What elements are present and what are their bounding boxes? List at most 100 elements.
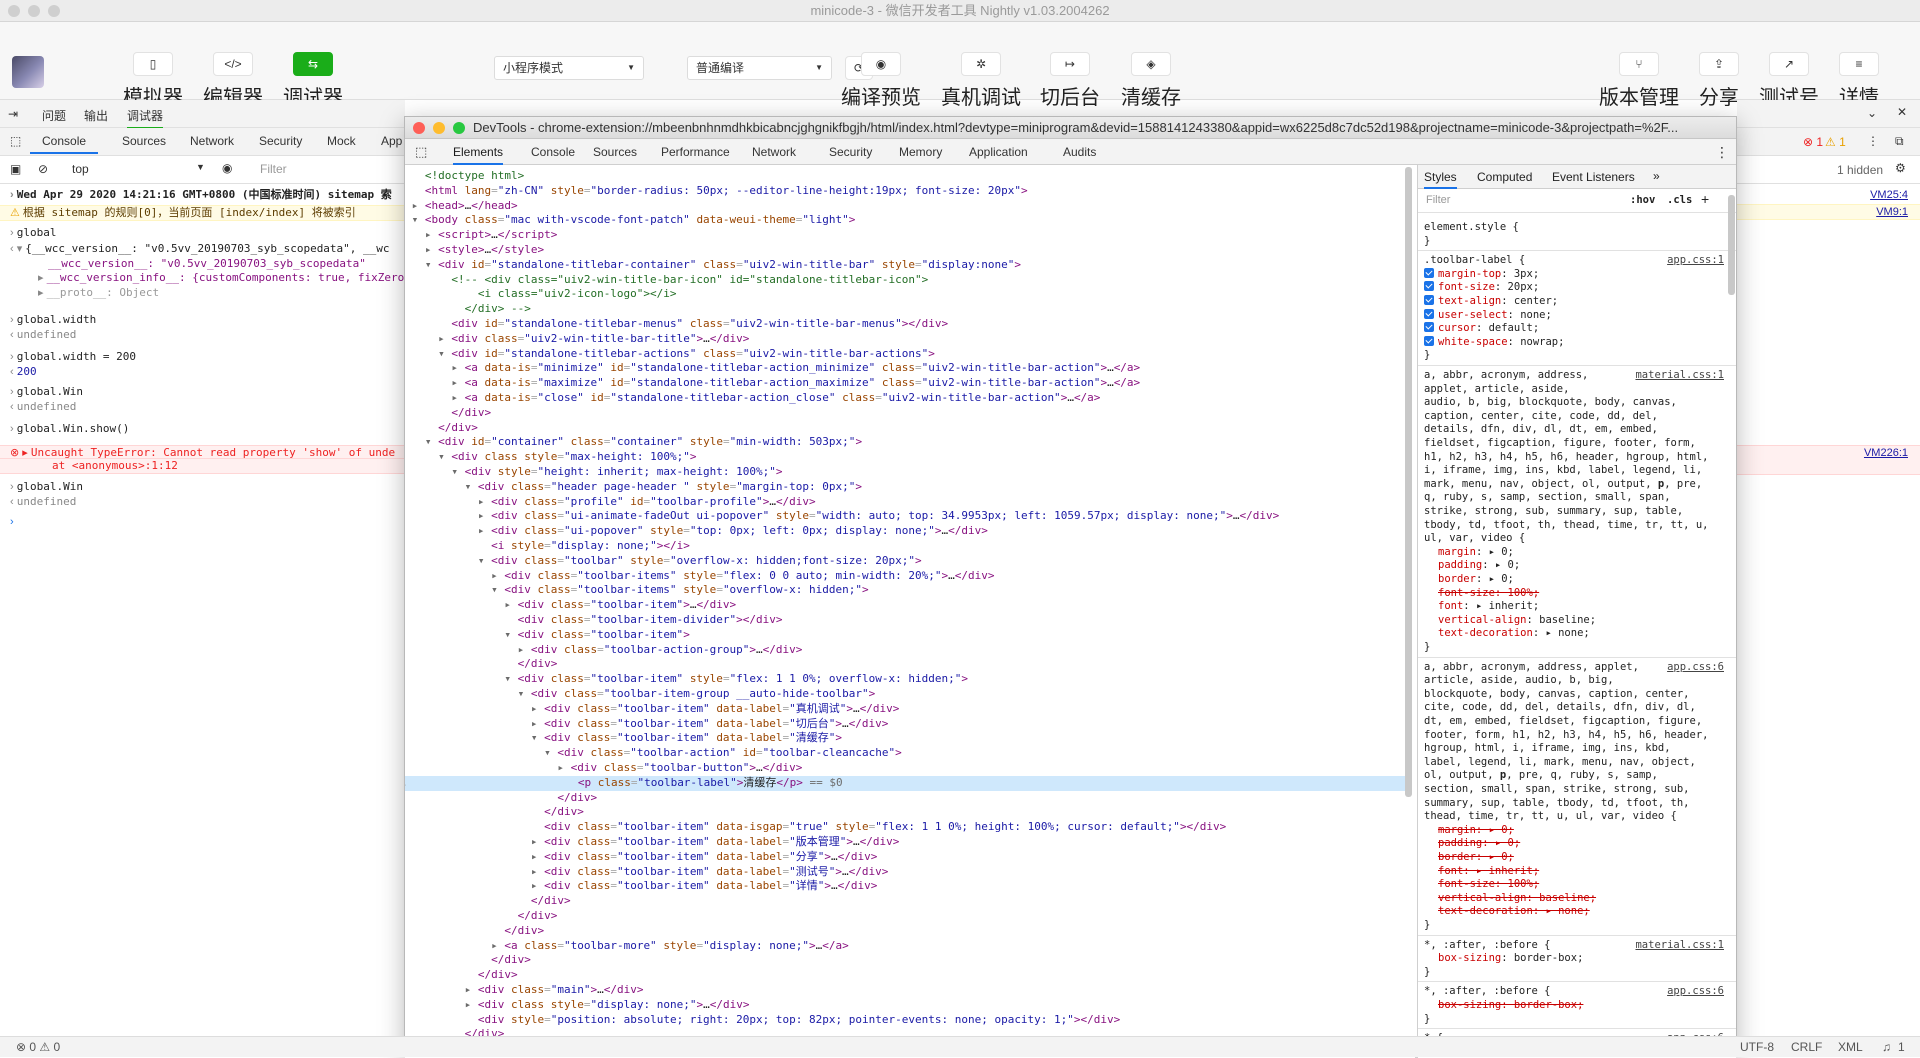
disclosure-triangle-icon[interactable]: ▸ bbox=[531, 717, 544, 730]
devtools-tab-security[interactable]: Security bbox=[829, 139, 872, 165]
dom-node-line[interactable]: </div> bbox=[405, 924, 1405, 939]
disclosure-triangle-icon[interactable]: ▸ bbox=[451, 376, 464, 389]
tab-issues[interactable]: 问题 bbox=[42, 107, 66, 124]
disclosure-triangle-icon[interactable]: ▸ bbox=[531, 702, 544, 715]
context-select[interactable]: top bbox=[72, 162, 89, 176]
stylesheet-source-link[interactable]: material.css:1 bbox=[1635, 939, 1724, 953]
dom-node-line[interactable]: <!doctype html> bbox=[405, 169, 1405, 184]
styles-filter-input[interactable]: Filter bbox=[1426, 194, 1450, 206]
disclosure-triangle-icon[interactable]: ▾ bbox=[425, 435, 438, 448]
disclosure-triangle-icon[interactable]: ▾ bbox=[438, 347, 451, 360]
dom-node-line[interactable]: ▾ <div id="standalone-titlebar-container… bbox=[405, 258, 1405, 273]
devtools-tab-application[interactable]: Application bbox=[969, 139, 1028, 165]
dom-node-line[interactable]: ▸ <div class="toolbar-item" data-label="… bbox=[405, 865, 1405, 880]
disclosure-triangle-icon[interactable]: ▾ bbox=[531, 731, 544, 744]
inspect-icon[interactable]: ⬚ bbox=[10, 134, 21, 148]
dom-node-line[interactable]: ▸ <style>…</style> bbox=[405, 243, 1405, 258]
dom-node-line[interactable]: ▾ <div class="toolbar-items" style="over… bbox=[405, 583, 1405, 598]
dom-node-line[interactable]: <!-- <div class="uiv2-win-title-bar-icon… bbox=[405, 273, 1405, 288]
styles-tab-styles[interactable]: Styles bbox=[1424, 170, 1457, 189]
dom-node-line[interactable]: ▸ <script>…</script> bbox=[405, 228, 1405, 243]
disclosure-triangle-icon[interactable]: ▸ bbox=[531, 850, 544, 863]
dom-node-line[interactable]: ▸ <div class="toolbar-item" data-label="… bbox=[405, 702, 1405, 717]
dom-node-line[interactable]: ▸ <a class="toolbar-more" style="display… bbox=[405, 939, 1405, 954]
disclosure-triangle-icon[interactable]: ▸ bbox=[425, 228, 438, 241]
dom-node-line[interactable]: </div> bbox=[405, 657, 1405, 672]
toolbar-button-layers[interactable]: ◈ 清缓存 bbox=[1111, 52, 1191, 110]
dom-node-line[interactable]: <div id="standalone-titlebar-menus" clas… bbox=[405, 317, 1405, 332]
dom-node-line[interactable]: ▾ <div class style="max-height: 100%;"> bbox=[405, 450, 1405, 465]
disclosure-triangle-icon[interactable]: ▸ bbox=[425, 243, 438, 256]
checkbox-icon[interactable] bbox=[1424, 322, 1434, 333]
tab-output[interactable]: 输出 bbox=[84, 107, 108, 124]
dom-node-line[interactable]: <html lang="zh-CN" style="border-radius:… bbox=[405, 184, 1405, 199]
dom-node-line[interactable]: </div> bbox=[405, 968, 1405, 983]
disclosure-triangle-icon[interactable]: ▾ bbox=[451, 465, 464, 478]
checkbox-icon[interactable] bbox=[1424, 267, 1434, 278]
tab-appdata[interactable]: App bbox=[381, 134, 402, 148]
console-source-link[interactable]: VM25:4 bbox=[1737, 188, 1920, 202]
disclosure-triangle-icon[interactable]: ▸ bbox=[451, 391, 464, 404]
styles-tab-event-listeners[interactable]: Event Listeners bbox=[1552, 170, 1635, 184]
dom-node-line[interactable]: ▸ <div class="toolbar-items" style="flex… bbox=[405, 569, 1405, 584]
styles-line[interactable]: white-space: nowrap; bbox=[1418, 335, 1728, 350]
disclosure-triangle-icon[interactable]: ▾ bbox=[478, 554, 491, 567]
window-zoom-button[interactable] bbox=[48, 5, 60, 17]
styles-line[interactable]: font-size: 20px; bbox=[1418, 281, 1728, 295]
dom-node-line[interactable]: </div> bbox=[405, 909, 1405, 924]
tab-mock[interactable]: Mock bbox=[327, 134, 356, 148]
dom-node-line[interactable]: ▸ <div class="ui-animate-fadeOut ui-popo… bbox=[405, 509, 1405, 524]
tab-sources[interactable]: Sources bbox=[122, 134, 166, 148]
disclosure-triangle-icon[interactable]: ▸ bbox=[465, 998, 478, 1011]
dom-node-line[interactable]: ▸ <div class="toolbar-item" data-label="… bbox=[405, 717, 1405, 732]
dom-node-line[interactable]: </div> bbox=[405, 406, 1405, 421]
devtools-tab-audits[interactable]: Audits bbox=[1063, 139, 1096, 165]
dom-node-line[interactable]: ▸ <div class="toolbar-item" data-label="… bbox=[405, 835, 1405, 850]
gear-icon[interactable]: ⚙ bbox=[1895, 161, 1906, 175]
disclosure-triangle-icon[interactable]: ▾ bbox=[544, 746, 557, 759]
disclosure-triangle-icon[interactable]: ▸ bbox=[478, 509, 491, 522]
disclosure-triangle-icon[interactable]: ▾ bbox=[425, 258, 438, 271]
dom-node-line[interactable]: ▾ <div id="container" class="container" … bbox=[405, 435, 1405, 450]
checkbox-icon[interactable] bbox=[1424, 295, 1434, 305]
disclosure-triangle-icon[interactable]: ▸ bbox=[531, 865, 544, 878]
styles-line[interactable]: user-select: none; bbox=[1418, 308, 1728, 323]
notification-icon[interactable]: ♫ bbox=[1882, 1037, 1891, 1057]
dom-node-line[interactable]: ▾ <div class="header page-header " style… bbox=[405, 480, 1405, 495]
disclosure-triangle-icon[interactable]: ▸ bbox=[531, 835, 544, 848]
stylesheet-source-link[interactable]: app.css:6 bbox=[1667, 661, 1724, 675]
sidebar-toggle-icon[interactable]: ▣ bbox=[10, 162, 21, 176]
dom-node-line[interactable]: ▸ <a data-is="close" id="standalone-titl… bbox=[405, 391, 1405, 406]
toolbar-button-eye[interactable]: ◉ 编译预览 bbox=[841, 52, 921, 110]
dom-node-line[interactable]: ▸ <div class="toolbar-action-group">…</d… bbox=[405, 643, 1405, 658]
dom-node-line[interactable]: <i class="uiv2-icon-logo"></i> bbox=[405, 287, 1405, 302]
panel-toggle-icon[interactable]: ⇥ bbox=[8, 107, 18, 121]
mode-select[interactable]: 小程序模式 ▼ bbox=[494, 56, 644, 80]
dom-node-line[interactable]: ▸ <div class="toolbar-item" data-label="… bbox=[405, 879, 1405, 894]
stylesheet-source-link[interactable]: material.css:1 bbox=[1635, 369, 1724, 383]
disclosure-triangle-icon[interactable]: ▾ bbox=[518, 687, 531, 700]
tab-network[interactable]: Network bbox=[190, 134, 234, 148]
dom-node-line[interactable]: ▸ <div class="uiv2-win-title-bar-title">… bbox=[405, 332, 1405, 347]
tab-console[interactable]: Console bbox=[30, 134, 99, 154]
hov-toggle[interactable]: :hov bbox=[1630, 194, 1655, 206]
console-source-link[interactable]: VM226:1 bbox=[1737, 445, 1920, 475]
status-errors[interactable]: ⊗ 0 ⚠ 0 bbox=[16, 1037, 60, 1057]
dom-node-line[interactable]: ▸ <div class="toolbar-button">…</div> bbox=[405, 761, 1405, 776]
window-minimize-button[interactable] bbox=[28, 5, 40, 17]
stylesheet-source-link[interactable]: app.css:1 bbox=[1667, 254, 1724, 268]
elements-scrollbar[interactable] bbox=[1405, 167, 1412, 797]
dom-node-line[interactable]: ▸ <div class="profile" id="toolbar-profi… bbox=[405, 495, 1405, 510]
dom-node-line[interactable]: ▸ <div class="toolbar-item">…</div> bbox=[405, 598, 1405, 613]
dom-node-line[interactable]: ▾ <div class="toolbar-item" style="flex:… bbox=[405, 672, 1405, 687]
more-tabs-icon[interactable]: » bbox=[1653, 169, 1660, 183]
dom-node-line[interactable]: ▸ <a data-is="maximize" id="standalone-t… bbox=[405, 376, 1405, 391]
disclosure-triangle-icon[interactable]: ▸ bbox=[438, 332, 451, 345]
styles-line[interactable]: cursor: default; bbox=[1418, 322, 1728, 336]
dom-node-line[interactable]: <div style="position: absolute; right: 2… bbox=[405, 1013, 1405, 1028]
dom-node-line[interactable]: … <p class="toolbar-label">清缓存</p> == $0 bbox=[405, 775, 1409, 791]
cls-toggle[interactable]: .cls bbox=[1667, 194, 1692, 206]
console-source-link[interactable]: VM9:1 bbox=[1737, 204, 1920, 220]
dom-node-line[interactable]: ▾ <div class="toolbar-item-group __auto-… bbox=[405, 687, 1405, 702]
styles-tab-computed[interactable]: Computed bbox=[1477, 170, 1532, 184]
